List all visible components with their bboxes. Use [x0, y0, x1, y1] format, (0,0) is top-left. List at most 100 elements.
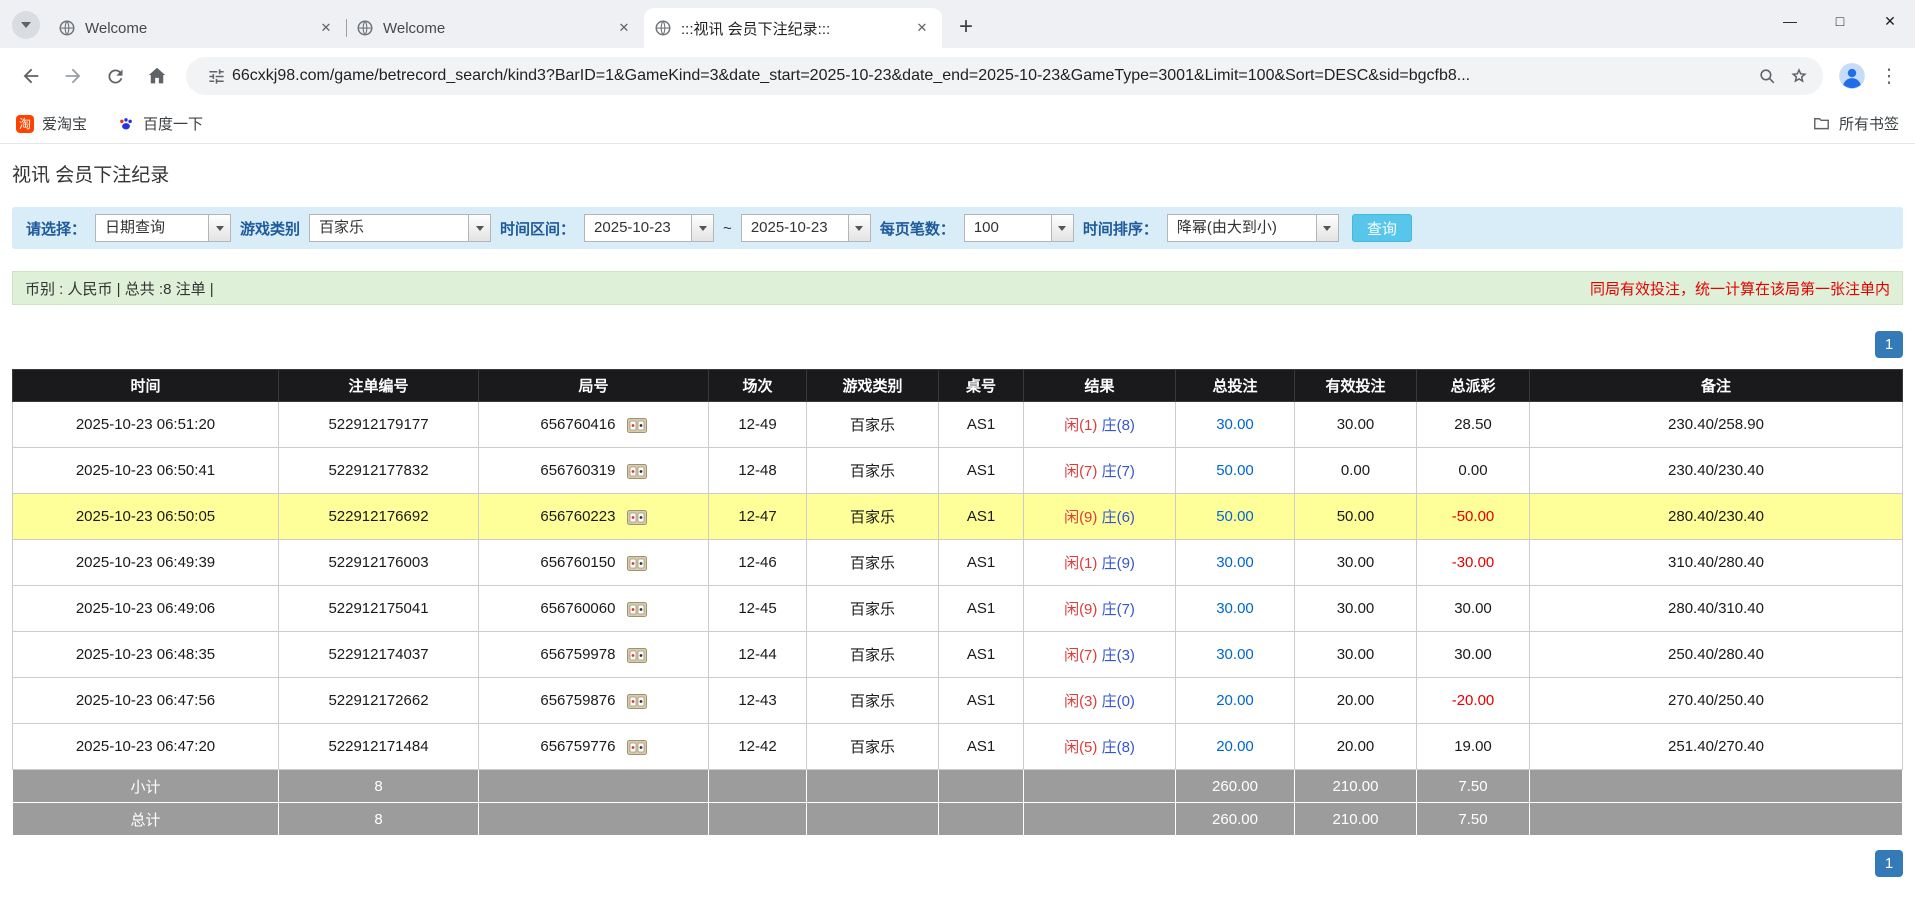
filter-bar: 请选择： 日期查询 游戏类别 百家乐 时间区间： 2025-10-23 ~ 20…	[12, 207, 1903, 249]
query-type-select[interactable]: 日期查询	[95, 214, 232, 242]
url-text[interactable]: 66cxkj98.com/game/betrecord_search/kind3…	[232, 67, 1751, 85]
all-bookmarks-button[interactable]: 所有书签	[1812, 113, 1899, 134]
result-banker: 庄(7)	[1101, 463, 1135, 480]
chevron-down-icon[interactable]	[847, 215, 870, 241]
cell-valid-bet: 50.00	[1294, 493, 1417, 540]
round-detail-icon[interactable]	[626, 693, 647, 709]
cell-session: 12-45	[708, 585, 807, 632]
chevron-down-icon[interactable]	[691, 215, 714, 241]
cell-time: 2025-10-23 06:47:20	[12, 723, 279, 770]
chevron-down-icon[interactable]	[468, 215, 491, 241]
result-banker: 庄(8)	[1101, 417, 1135, 434]
bookmark-label: 百度一下	[143, 116, 204, 133]
result-player: 闲(1)	[1064, 417, 1098, 434]
url-bar[interactable]: 66cxkj98.com/game/betrecord_search/kind3…	[186, 57, 1823, 95]
search-button[interactable]: 查询	[1351, 214, 1412, 242]
site-info-icon[interactable]	[200, 60, 232, 92]
cell-game-type: 百家乐	[806, 401, 939, 448]
round-detail-icon[interactable]	[626, 739, 647, 755]
globe-favicon-icon	[356, 19, 374, 37]
cell-valid-bet: 30.00	[1294, 585, 1417, 632]
round-detail-icon[interactable]	[626, 601, 647, 617]
tab-label: :::视讯 会员下注纪录:::	[681, 20, 831, 38]
tab-close-icon[interactable]: ✕	[912, 18, 932, 38]
page-1-button[interactable]: 1	[1875, 331, 1903, 358]
window-close-button[interactable]: ✕	[1865, 0, 1915, 42]
reload-button[interactable]	[97, 58, 133, 94]
cell-bet-id: 522912176003	[278, 539, 479, 586]
page-size-select[interactable]: 100	[963, 214, 1074, 242]
cell-round: 656759978	[478, 631, 709, 678]
tab-close-icon[interactable]: ✕	[316, 18, 336, 38]
cell-round: 656760223	[478, 493, 709, 540]
result-banker: 庄(8)	[1101, 739, 1135, 756]
bookmarks-bar: 淘 爱淘宝 百度一下 所有书签	[0, 104, 1915, 144]
cell-table-no: AS1	[938, 447, 1024, 494]
cell-total-bet[interactable]: 30.00	[1175, 401, 1295, 448]
window-minimize-button[interactable]: —	[1765, 0, 1815, 42]
result-player: 闲(9)	[1064, 601, 1098, 618]
header-total-bet: 总投注	[1175, 369, 1295, 402]
date-start-select[interactable]: 2025-10-23	[584, 214, 715, 242]
page-1-button[interactable]: 1	[1875, 850, 1903, 877]
round-detail-icon[interactable]	[626, 417, 647, 433]
forward-button[interactable]	[55, 58, 91, 94]
cell-total-bet[interactable]: 20.00	[1175, 677, 1295, 724]
bookmark-baidu[interactable]: 百度一下	[117, 113, 203, 134]
tab-welcome-2[interactable]: Welcome ✕	[346, 8, 645, 48]
new-tab-button[interactable]: +	[950, 11, 982, 43]
game-type-select[interactable]: 百家乐	[309, 214, 492, 242]
round-detail-icon[interactable]	[626, 509, 647, 525]
round-number: 656760150	[540, 554, 616, 571]
result-banker: 庄(3)	[1101, 647, 1135, 664]
subtotal-total-bet: 260.00	[1175, 769, 1295, 803]
chevron-down-icon[interactable]	[1315, 215, 1338, 241]
header-round: 局号	[478, 369, 709, 402]
tab-search-button[interactable]	[12, 11, 40, 39]
profile-avatar[interactable]	[1835, 59, 1869, 93]
browser-menu-icon[interactable]: ⋮	[1873, 60, 1905, 92]
tab-close-icon[interactable]: ✕	[614, 18, 634, 38]
cell-total-bet[interactable]: 50.00	[1175, 447, 1295, 494]
taobao-icon: 淘	[16, 114, 34, 133]
round-detail-icon[interactable]	[626, 555, 647, 571]
zoom-icon[interactable]	[1751, 60, 1783, 92]
sort-select[interactable]: 降幂(由大到小)	[1166, 214, 1339, 242]
cell-total-bet[interactable]: 30.00	[1175, 631, 1295, 678]
cell-total-bet[interactable]: 50.00	[1175, 493, 1295, 540]
page-size-label: 每页笔数：	[879, 220, 955, 238]
cell-total-bet[interactable]: 30.00	[1175, 585, 1295, 632]
cell-session: 12-44	[708, 631, 807, 678]
cell-total-bet[interactable]: 30.00	[1175, 539, 1295, 586]
chevron-down-icon[interactable]	[1050, 215, 1073, 241]
table-row: 2025-10-23 06:50:41 522912177832 6567603…	[12, 447, 1903, 494]
back-button[interactable]	[13, 58, 49, 94]
cell-bet-id: 522912177832	[278, 447, 479, 494]
home-button[interactable]	[139, 58, 175, 94]
tab-strip: Welcome ✕ Welcome ✕ :::视讯 会员下注纪录::: ✕ + …	[0, 0, 1915, 48]
bookmark-star-icon[interactable]	[1783, 60, 1815, 92]
cell-time: 2025-10-23 06:50:05	[12, 493, 279, 540]
window-maximize-button[interactable]: □	[1815, 0, 1865, 42]
chevron-down-icon[interactable]	[208, 215, 231, 241]
cell-round: 656759776	[478, 723, 709, 770]
cell-session: 12-47	[708, 493, 807, 540]
cell-total-bet[interactable]: 20.00	[1175, 723, 1295, 770]
total-payout: 7.50	[1416, 802, 1530, 836]
bookmark-taobao[interactable]: 淘 爱淘宝	[16, 113, 87, 134]
tab-welcome-1[interactable]: Welcome ✕	[48, 8, 347, 48]
result-player: 闲(7)	[1064, 463, 1098, 480]
cell-bet-id: 522912176692	[278, 493, 479, 540]
cell-table-no: AS1	[938, 631, 1024, 678]
sort-label: 时间排序：	[1082, 220, 1158, 238]
pagination-top: 1	[12, 331, 1903, 358]
cell-game-type: 百家乐	[806, 677, 939, 724]
round-number: 656759776	[540, 738, 616, 755]
round-detail-icon[interactable]	[626, 647, 647, 663]
cell-result: 闲(7) 庄(3)	[1023, 631, 1176, 678]
tab-bet-records[interactable]: :::视讯 会员下注纪录::: ✕	[644, 8, 942, 48]
date-end-select[interactable]: 2025-10-23	[740, 214, 871, 242]
cell-game-type: 百家乐	[806, 493, 939, 540]
cell-note: 230.40/258.90	[1529, 401, 1903, 448]
round-detail-icon[interactable]	[626, 463, 647, 479]
